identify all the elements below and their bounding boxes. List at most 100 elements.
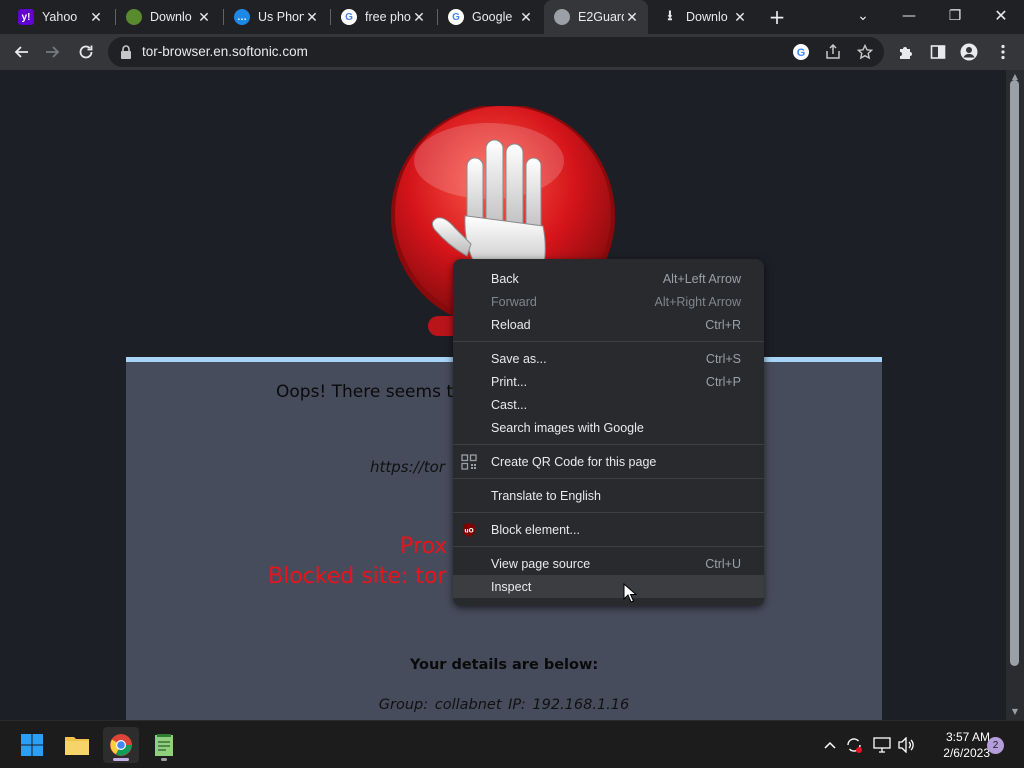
qr-code-icon bbox=[461, 454, 477, 470]
tab-google[interactable]: G Google ✕ bbox=[438, 4, 542, 30]
arrow-left-icon bbox=[14, 46, 28, 58]
tab-strip: y! Yahoo ✕ Downlo ✕ … Us Phon ✕ G free p… bbox=[0, 0, 1024, 34]
forward-button[interactable] bbox=[41, 40, 65, 64]
notification-badge[interactable]: 2 bbox=[987, 737, 1004, 754]
google-icon: G bbox=[341, 9, 357, 25]
browser-toolbar: tor-browser.en.softonic.com G bbox=[0, 34, 1024, 70]
scroll-down-icon[interactable]: ▼ bbox=[1010, 708, 1020, 716]
menu-item-print[interactable]: Print... Ctrl+P bbox=[453, 370, 764, 393]
share-icon[interactable] bbox=[824, 43, 842, 61]
menu-item-inspect[interactable]: Inspect bbox=[453, 575, 764, 598]
menu-item-search-images[interactable]: Search images with Google bbox=[453, 416, 764, 439]
folder-icon bbox=[65, 737, 89, 755]
page-heading: Oops! There seems t bbox=[276, 382, 454, 402]
chrome-taskbar-button[interactable] bbox=[103, 727, 139, 763]
menu-divider bbox=[453, 444, 764, 445]
profile-avatar-icon[interactable] bbox=[958, 41, 980, 63]
chat-icon: … bbox=[234, 9, 250, 25]
close-icon[interactable]: ✕ bbox=[732, 9, 748, 25]
kebab-menu-icon[interactable] bbox=[992, 41, 1014, 63]
close-icon[interactable]: ✕ bbox=[411, 9, 427, 25]
restore-button[interactable]: ❐ bbox=[942, 4, 968, 28]
details-line: Group: collabnet IP: 192.168.1.16 bbox=[378, 697, 630, 713]
context-menu: Back Alt+Left Arrow Forward Alt+Right Ar… bbox=[453, 259, 764, 606]
network-icon[interactable] bbox=[872, 735, 892, 755]
windows-taskbar: 3:57 AM 2/6/2023 2 bbox=[0, 720, 1024, 768]
tab-title: Us Phon bbox=[258, 10, 304, 24]
chrome-icon bbox=[110, 734, 132, 756]
windows-start-icon bbox=[21, 734, 43, 756]
ublock-origin-icon: uO bbox=[461, 522, 477, 538]
close-window-button[interactable]: ✕ bbox=[988, 4, 1014, 28]
download-site-icon bbox=[126, 9, 142, 25]
notepad-taskbar-button[interactable] bbox=[146, 727, 182, 763]
menu-divider bbox=[453, 478, 764, 479]
tab-download-2[interactable]: ⭳ Downlo ✕ bbox=[652, 4, 756, 30]
url-text[interactable]: tor-browser.en.softonic.com bbox=[142, 44, 308, 59]
menu-item-back[interactable]: Back Alt+Left Arrow bbox=[453, 267, 764, 290]
menu-item-create-qr[interactable]: Create QR Code for this page bbox=[453, 450, 764, 473]
svg-text:G: G bbox=[797, 47, 806, 59]
tab-yahoo[interactable]: y! Yahoo ✕ bbox=[8, 4, 112, 30]
menu-item-translate[interactable]: Translate to English bbox=[453, 484, 764, 507]
mouse-cursor-icon bbox=[623, 583, 637, 603]
globe-icon bbox=[554, 9, 570, 25]
close-icon[interactable]: ✕ bbox=[304, 9, 320, 25]
menu-item-forward[interactable]: Forward Alt+Right Arrow bbox=[453, 290, 764, 313]
google-lens-icon[interactable]: G bbox=[792, 43, 810, 61]
menu-divider bbox=[453, 341, 764, 342]
extensions-icon[interactable] bbox=[895, 41, 917, 63]
tab-free-phone[interactable]: G free pho ✕ bbox=[331, 4, 435, 30]
tab-download-1[interactable]: Downlo ✕ bbox=[116, 4, 220, 30]
tab-title: Downlo bbox=[686, 10, 728, 24]
close-icon[interactable]: ✕ bbox=[88, 9, 104, 25]
start-button[interactable] bbox=[14, 727, 50, 763]
svg-text:uO: uO bbox=[464, 528, 473, 535]
tab-title: Google bbox=[472, 10, 513, 24]
bookmark-star-icon[interactable] bbox=[856, 43, 874, 61]
tab-e2guardian[interactable]: E2Guard ✕ bbox=[544, 0, 648, 34]
clock-time: 3:57 AM bbox=[945, 730, 990, 744]
tab-us-phone[interactable]: … Us Phon ✕ bbox=[224, 4, 328, 30]
file-explorer-button[interactable] bbox=[59, 727, 95, 763]
tab-search-chevron-icon[interactable]: ⌄ bbox=[850, 4, 876, 28]
page-scrollbar[interactable]: ▲ ▼ bbox=[1006, 70, 1024, 720]
tab-title: Yahoo bbox=[42, 10, 78, 24]
clock-date: 2/6/2023 bbox=[943, 746, 990, 760]
menu-item-save-as[interactable]: Save as... Ctrl+S bbox=[453, 347, 764, 370]
address-bar[interactable]: tor-browser.en.softonic.com G bbox=[108, 37, 884, 67]
notepad-icon bbox=[155, 734, 173, 756]
blocked-site-text: Blocked site: tor bbox=[268, 564, 447, 589]
close-icon[interactable]: ✕ bbox=[624, 9, 640, 25]
scroll-thumb[interactable] bbox=[1010, 80, 1019, 666]
tab-title: E2Guard bbox=[578, 10, 624, 24]
menu-divider bbox=[453, 512, 764, 513]
system-clock[interactable]: 3:57 AM 2/6/2023 bbox=[922, 729, 990, 761]
menu-item-reload[interactable]: Reload Ctrl+R bbox=[453, 313, 764, 336]
proxy-text: Prox bbox=[400, 534, 448, 559]
volume-icon[interactable] bbox=[897, 735, 917, 755]
sync-icon[interactable] bbox=[844, 735, 864, 755]
side-panel-icon[interactable] bbox=[927, 41, 949, 63]
menu-item-view-source[interactable]: View page source Ctrl+U bbox=[453, 552, 764, 575]
close-icon[interactable]: ✕ bbox=[196, 9, 212, 25]
download-icon: ⭳ bbox=[667, 7, 673, 23]
google-icon: G bbox=[448, 9, 464, 25]
close-icon[interactable]: ✕ bbox=[518, 9, 534, 25]
minimize-button[interactable]: — bbox=[896, 4, 922, 28]
new-tab-button[interactable]: + bbox=[766, 6, 788, 28]
back-button[interactable] bbox=[9, 40, 33, 64]
reload-button[interactable] bbox=[74, 40, 98, 64]
tab-title: Downlo bbox=[150, 10, 192, 24]
details-heading: Your details are below: bbox=[409, 657, 599, 673]
yahoo-icon: y! bbox=[18, 9, 34, 25]
arrow-right-icon bbox=[46, 46, 60, 58]
tab-title: free pho bbox=[365, 10, 411, 24]
reload-icon bbox=[79, 45, 93, 59]
blocked-url: https://tor bbox=[370, 458, 445, 476]
menu-item-block-element[interactable]: uO Block element... bbox=[453, 518, 764, 541]
chevron-up-icon[interactable] bbox=[820, 735, 840, 755]
lock-icon bbox=[121, 45, 131, 59]
menu-divider bbox=[453, 546, 764, 547]
menu-item-cast[interactable]: Cast... bbox=[453, 393, 764, 416]
